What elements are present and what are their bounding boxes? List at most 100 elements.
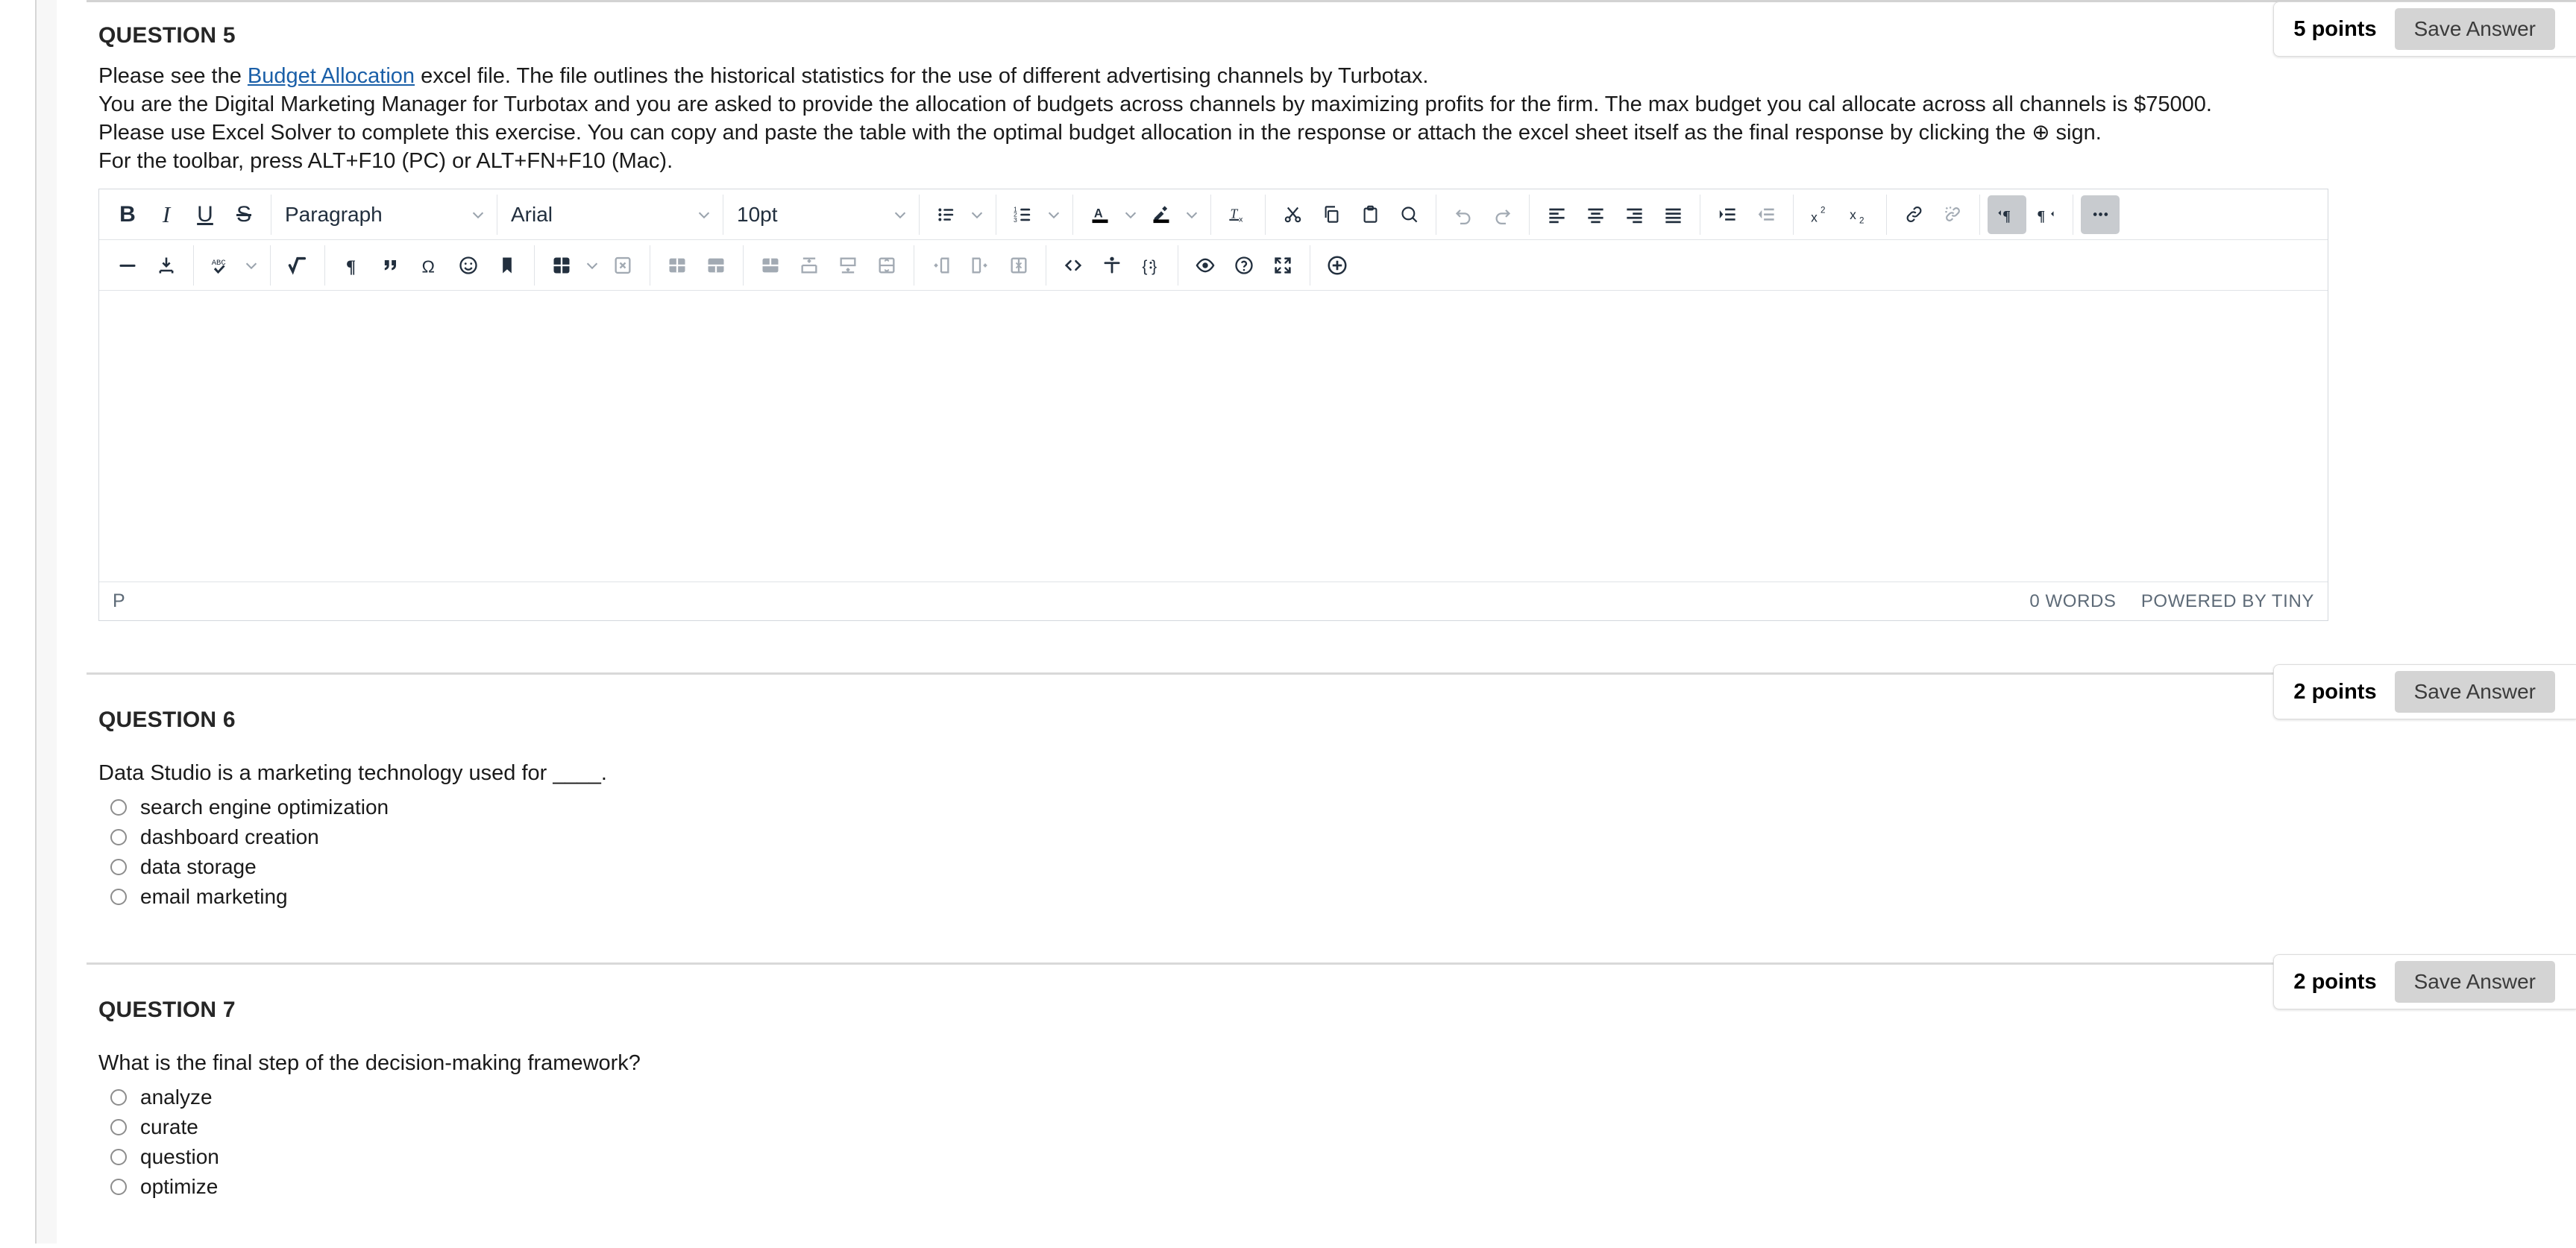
math-equation-button[interactable] [278, 246, 317, 285]
preview-button[interactable] [1186, 246, 1225, 285]
budget-allocation-link[interactable]: Budget Allocation [248, 64, 415, 88]
italic-button[interactable]: I [147, 195, 186, 234]
numbered-list-dropdown[interactable] [1043, 195, 1065, 234]
spellcheck-dropdown[interactable] [240, 246, 263, 285]
insert-column-before-button[interactable] [922, 246, 961, 285]
question-5-save-answer-button[interactable]: Save Answer [2394, 8, 2555, 50]
rtl-direction-button[interactable]: ¶ [2026, 195, 2065, 234]
quiz-page: 5 points Save Answer QUESTION 5 Please s… [57, 0, 2576, 1244]
delete-row-button[interactable] [867, 246, 906, 285]
search-icon [1401, 207, 1417, 223]
numbered-list-button[interactable]: 123 [1004, 195, 1043, 234]
question-6-option-1[interactable]: search engine optimization [98, 792, 2576, 822]
undo-button[interactable] [1444, 195, 1483, 234]
table-icon [553, 257, 570, 273]
insert-row-above-icon [801, 257, 817, 273]
undo-icon [1455, 209, 1470, 224]
question-7-save-answer-button[interactable]: Save Answer [2394, 961, 2555, 1003]
radio-button[interactable] [110, 1149, 127, 1165]
radio-button[interactable] [110, 859, 127, 875]
superscript-button[interactable]: x2 [1801, 195, 1840, 234]
question-6-save-answer-button[interactable]: Save Answer [2394, 671, 2555, 713]
align-right-button[interactable] [1615, 195, 1653, 234]
radio-button[interactable] [110, 829, 127, 845]
special-character-button[interactable]: Ω [410, 246, 449, 285]
spellcheck-button[interactable]: ABC [201, 246, 240, 285]
rich-text-editor[interactable]: B I U S Paragraph Arial 10pt 1 2 3 A T x… [98, 189, 2328, 621]
text-color-dropdown[interactable] [1119, 195, 1142, 234]
table-cell-properties-button[interactable] [697, 246, 735, 285]
add-attachment-button[interactable] [1318, 246, 1357, 285]
outdent-icon [1758, 208, 1774, 221]
fullscreen-button[interactable] [1263, 246, 1302, 285]
merge-cells-button[interactable] [751, 246, 790, 285]
background-color-dropdown[interactable] [1181, 195, 1203, 234]
block-format-value: Paragraph [285, 202, 383, 226]
radio-button[interactable] [110, 889, 127, 905]
toolbar-separator [743, 245, 744, 286]
align-center-button[interactable] [1576, 195, 1615, 234]
insert-row-above-button[interactable] [790, 246, 829, 285]
redo-button[interactable] [1483, 195, 1521, 234]
paste-button[interactable] [1351, 195, 1389, 234]
question-7-option-4[interactable]: optimize [98, 1172, 2576, 1202]
horizontal-rule-button[interactable] [108, 246, 147, 285]
text-color-icon: A [1092, 207, 1108, 223]
strikethrough-button[interactable]: S [224, 195, 263, 234]
element-path[interactable]: P [113, 590, 125, 612]
search-replace-button[interactable] [1389, 195, 1428, 234]
background-color-button[interactable] [1142, 195, 1181, 234]
indent-button[interactable] [1708, 195, 1747, 234]
question-6-option-2[interactable]: dashboard creation [98, 822, 2576, 852]
remove-link-button[interactable] [1933, 195, 1972, 234]
insert-table-button[interactable] [542, 246, 581, 285]
block-format-select[interactable]: Paragraph [276, 195, 492, 234]
emoticons-button[interactable] [449, 246, 488, 285]
insert-link-button[interactable] [1894, 195, 1933, 234]
radio-button[interactable] [110, 1119, 127, 1135]
font-family-select[interactable]: Arial [502, 195, 718, 234]
toolbar-group-typography: ¶ Ω [330, 245, 530, 286]
underline-button[interactable]: U [186, 195, 224, 234]
ltr-direction-button[interactable]: ¶ [1988, 195, 2026, 234]
insert-column-after-button[interactable] [961, 246, 999, 285]
svg-text:¶: ¶ [2037, 208, 2045, 224]
svg-text:x: x [1811, 209, 1818, 224]
question-7-option-3[interactable]: question [98, 1142, 2576, 1172]
page-break-button[interactable] [147, 246, 186, 285]
delete-column-button[interactable] [999, 246, 1038, 285]
radio-button[interactable] [110, 1089, 127, 1106]
help-button[interactable] [1225, 246, 1263, 285]
radio-button[interactable] [110, 1179, 127, 1195]
editor-content-area[interactable] [99, 291, 2328, 582]
radio-button[interactable] [110, 799, 127, 816]
table-dropdown[interactable] [581, 246, 603, 285]
question-6-option-4[interactable]: email marketing [98, 882, 2576, 912]
bold-button[interactable]: B [108, 195, 147, 234]
bullet-list-dropdown[interactable] [966, 195, 988, 234]
paragraph-mark-button[interactable]: ¶ [333, 246, 371, 285]
insert-row-below-button[interactable] [829, 246, 867, 285]
table-row-properties-button[interactable] [658, 246, 697, 285]
question-6-option-3[interactable]: data storage [98, 852, 2576, 882]
question-7-option-2[interactable]: curate [98, 1112, 2576, 1142]
align-justify-button[interactable] [1653, 195, 1692, 234]
accessibility-checker-button[interactable] [1093, 246, 1131, 285]
clear-formatting-button[interactable]: Tx [1219, 195, 1257, 234]
copy-button[interactable] [1312, 195, 1351, 234]
cut-button[interactable] [1273, 195, 1312, 234]
more-options-button[interactable] [2081, 195, 2120, 234]
font-size-select[interactable]: 10pt [728, 195, 914, 234]
delete-table-button[interactable] [603, 246, 642, 285]
blockquote-button[interactable] [371, 246, 410, 285]
tiny-branding[interactable]: POWERED BY TINY [2141, 591, 2314, 611]
subscript-button[interactable]: x2 [1840, 195, 1879, 234]
outdent-button[interactable] [1747, 195, 1785, 234]
bookmark-button[interactable] [488, 246, 527, 285]
align-left-button[interactable] [1537, 195, 1576, 234]
bullet-list-button[interactable] [927, 195, 966, 234]
code-sample-button[interactable]: { } [1131, 246, 1170, 285]
text-color-button[interactable]: A [1081, 195, 1119, 234]
question-7-option-1[interactable]: analyze [98, 1082, 2576, 1112]
source-code-button[interactable] [1054, 246, 1093, 285]
